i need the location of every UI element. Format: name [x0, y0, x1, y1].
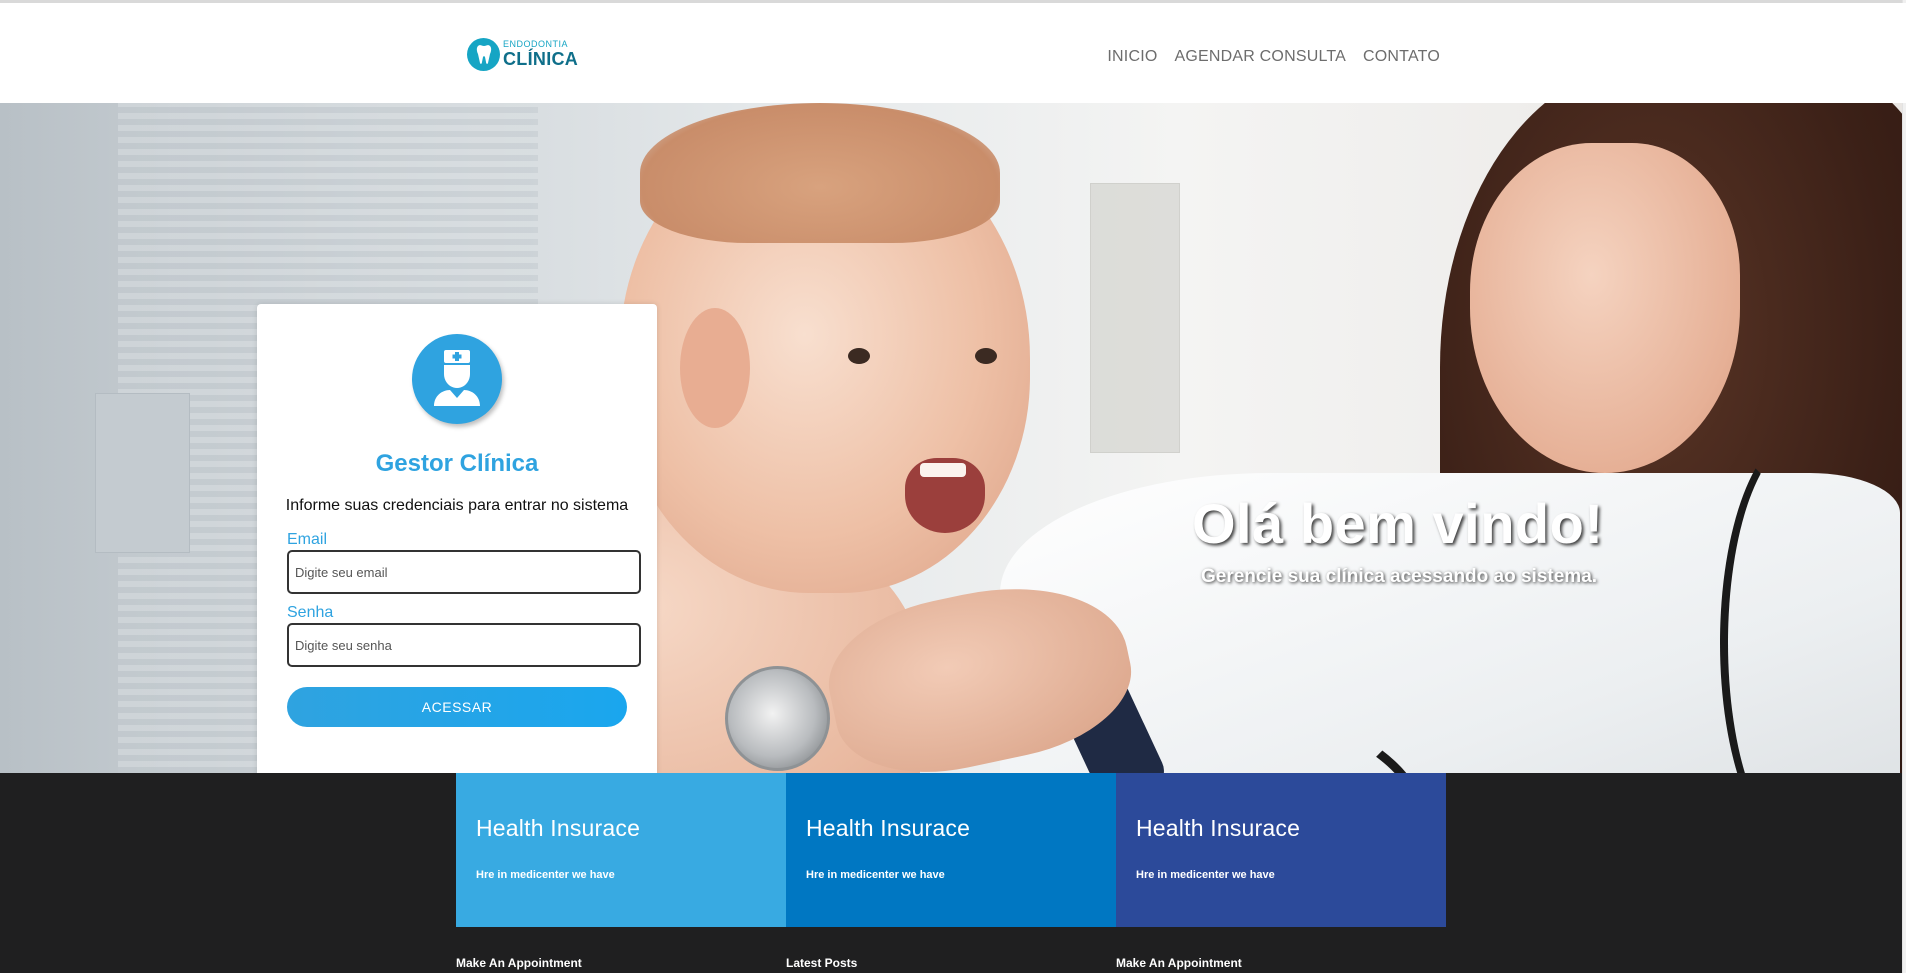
password-label: Senha — [287, 604, 334, 621]
footer-heading-latest-posts: Latest Posts — [786, 956, 858, 970]
footer-heading-appointment: Make An Appointment — [456, 956, 582, 970]
doctor-avatar-icon — [412, 334, 502, 424]
nav-agendar-consulta[interactable]: AGENDAR CONSULTA — [1175, 48, 1347, 66]
hero-baby-hair — [640, 103, 1000, 243]
hero-background-wallbox — [95, 393, 190, 553]
password-field[interactable] — [287, 623, 641, 667]
hero-doctor-face — [1470, 143, 1740, 473]
hero-stethoscope-chestpiece — [725, 666, 830, 771]
login-card: Gestor Clínica Informe suas credenciais … — [257, 304, 657, 773]
hero-baby-ear — [680, 308, 750, 428]
nav-inicio[interactable]: INICIO — [1107, 48, 1157, 66]
hero-banner: Olá bem vindo! Gerencie sua clínica aces… — [0, 103, 1902, 773]
scrollbar[interactable] — [1902, 0, 1906, 973]
info-box[interactable]: Health Insurace Hre in medicenter we hav… — [456, 773, 786, 927]
info-box-text: Hre in medicenter we have — [476, 869, 615, 881]
login-title: Gestor Clínica — [375, 450, 539, 477]
info-box-title: Health Insurace — [1136, 815, 1301, 841]
navbar: ENDODONTIA CLÍNICA INICIO AGENDAR CONSUL… — [0, 3, 1906, 103]
email-label: Email — [287, 531, 328, 548]
main-nav: INICIO AGENDAR CONSULTA CONTATO — [1107, 48, 1440, 66]
login-button[interactable]: ACESSAR — [287, 687, 627, 727]
info-box[interactable]: Health Insurace Hre in medicenter we hav… — [1116, 773, 1446, 927]
info-box[interactable]: Health Insurace Hre in medicenter we hav… — [786, 773, 1116, 927]
nav-contato[interactable]: CONTATO — [1363, 48, 1440, 66]
hero-baby-eye — [848, 348, 870, 364]
hero-baby-teeth — [920, 463, 966, 477]
email-field[interactable] — [287, 550, 641, 594]
login-subtitle: Informe suas credenciais para entrar no … — [285, 497, 629, 514]
logo-name: CLÍNICA — [503, 49, 579, 69]
info-box-text: Hre in medicenter we have — [1136, 869, 1275, 881]
footer-heading-appointment: Make An Appointment — [1116, 956, 1242, 970]
info-box-title: Health Insurace — [806, 815, 971, 841]
info-box-title: Health Insurace — [476, 815, 641, 841]
hero-background-panel — [1090, 183, 1180, 453]
hero-title: Olá bem vindo! — [1192, 492, 1604, 555]
info-box-text: Hre in medicenter we have — [806, 869, 945, 881]
hero-baby-eye — [975, 348, 997, 364]
logo[interactable]: ENDODONTIA CLÍNICA — [467, 36, 578, 72]
tooth-icon — [467, 37, 500, 71]
footer: Health Insurace Hre in medicenter we hav… — [0, 773, 1902, 973]
hero-subtitle: Gerencie sua clínica acessando ao sistem… — [1201, 566, 1598, 587]
logo-tagline: ENDODONTIA — [503, 39, 569, 49]
